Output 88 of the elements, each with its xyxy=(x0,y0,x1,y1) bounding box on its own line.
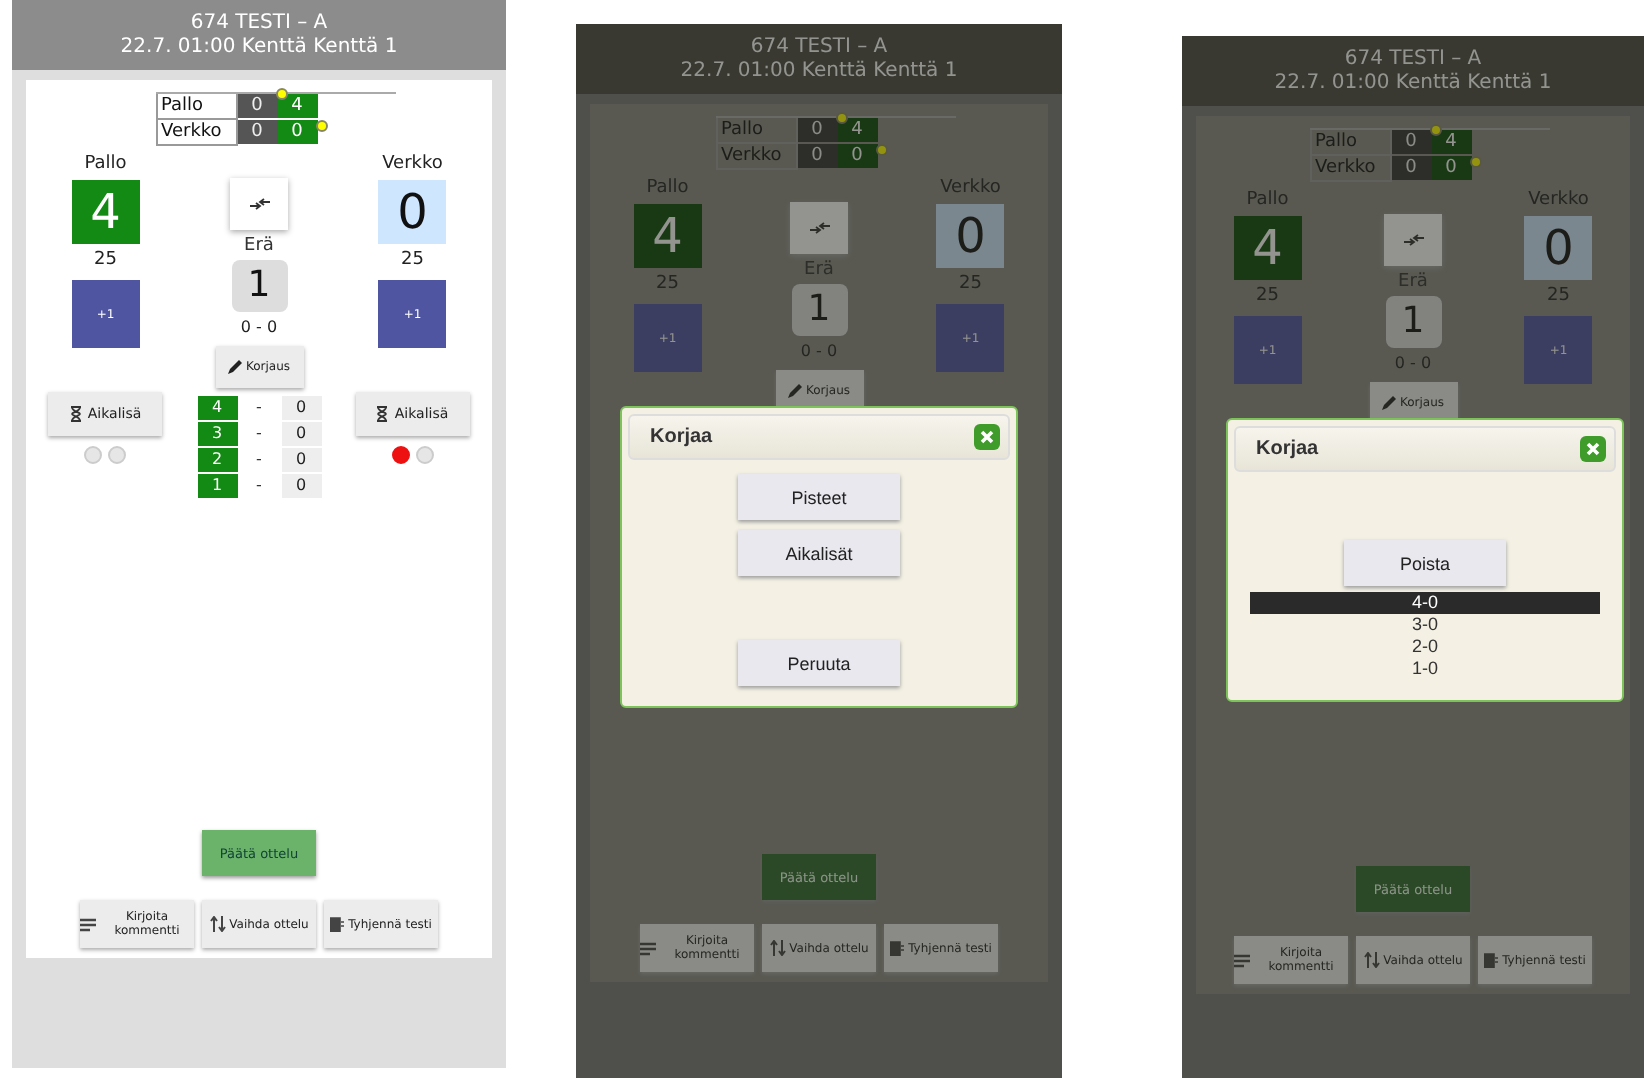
swap-arrows-icon xyxy=(249,198,269,210)
team-cell: Pallo xyxy=(155,94,237,120)
score-display: 0 xyxy=(936,204,1005,268)
text-lines-icon xyxy=(80,917,96,931)
pencil-icon xyxy=(227,360,242,374)
table-cell-text: - xyxy=(254,474,264,498)
indicator-dot xyxy=(1469,156,1481,168)
set-number: 1 xyxy=(231,260,287,312)
set-label: Erä xyxy=(244,236,274,260)
hourglass-icon xyxy=(376,406,389,422)
indicator-dot xyxy=(835,112,847,124)
set-count-cell: 0 xyxy=(237,94,277,118)
table-cell-text: - xyxy=(254,422,264,446)
table-cell-text: - xyxy=(254,396,264,420)
match-subtitle: 22.7. 01:00 Kenttä Kenttä 1 xyxy=(120,35,398,59)
dialog-button[interactable]: Peruuta xyxy=(738,640,900,686)
point-cell: 0 xyxy=(281,422,321,446)
score-display: 0 xyxy=(1524,216,1593,280)
trash-icon xyxy=(890,940,905,956)
team-name: Verkko xyxy=(382,152,443,176)
close-icon xyxy=(1586,442,1600,456)
up-down-arrows-icon xyxy=(1363,952,1380,968)
up-down-arrows-icon xyxy=(209,916,226,932)
point-cell: 0 xyxy=(281,474,321,498)
trash-icon xyxy=(1484,952,1499,968)
target-score: 25 xyxy=(94,250,117,274)
swap-button[interactable] xyxy=(1384,214,1442,266)
target-score: 25 xyxy=(401,250,424,274)
match-title: 674 TESTI – A xyxy=(190,11,328,35)
hourglass-icon xyxy=(69,406,82,422)
point-cell: 4 xyxy=(277,94,317,118)
set-number: 1 xyxy=(1385,296,1441,348)
match-subtitle: 22.7. 01:00 Kenttä Kenttä 1 xyxy=(1274,71,1552,95)
dialog-button[interactable]: Pisteet xyxy=(738,474,900,520)
match-subtitle: 22.7. 01:00 Kenttä Kenttä 1 xyxy=(680,59,958,83)
close-button[interactable] xyxy=(1580,436,1606,462)
indicator-dot xyxy=(315,120,327,132)
indicator-dot xyxy=(875,144,887,156)
close-icon xyxy=(980,430,994,444)
set-score: 0 - 0 xyxy=(240,318,278,340)
score-display: 4 xyxy=(1233,216,1302,280)
point-cell: 0 xyxy=(281,396,321,420)
text-lines-icon xyxy=(640,941,656,955)
text-lines-icon xyxy=(1234,953,1250,967)
set-number-cell: 4 xyxy=(197,396,237,420)
indicator-dot xyxy=(1429,124,1441,136)
score-display: 4 xyxy=(633,204,702,268)
dialog-title: Korjaa xyxy=(650,426,713,448)
team-cell: Verkko xyxy=(155,120,237,146)
match-title: 674 TESTI – A xyxy=(1344,47,1482,71)
set-count-cell: 0 xyxy=(237,120,277,144)
swap-arrows-icon xyxy=(1403,234,1423,246)
list-item[interactable]: 3-0 xyxy=(1250,614,1600,636)
set-number-cell: 3 xyxy=(197,422,237,446)
set-count-cell: 0 xyxy=(1391,130,1431,154)
team-cell: Pallo xyxy=(715,118,797,144)
swap-arrows-icon xyxy=(809,222,829,234)
pencil-icon xyxy=(1381,396,1396,410)
set-count-cell: 0 xyxy=(1391,156,1431,180)
team-cell: Pallo xyxy=(1309,130,1391,156)
list-item[interactable]: 2-0 xyxy=(1250,636,1600,658)
score-display: 4 xyxy=(71,180,140,244)
list-item[interactable]: 4-0 xyxy=(1250,592,1600,614)
set-count-cell: 0 xyxy=(797,144,837,168)
close-button[interactable] xyxy=(974,424,1000,450)
score-display: 0 xyxy=(378,180,447,244)
set-number: 1 xyxy=(791,284,847,336)
dialog-button[interactable]: Poista xyxy=(1344,540,1506,586)
indicator-dot xyxy=(275,88,287,100)
up-down-arrows-icon xyxy=(769,940,786,956)
set-number-cell: 1 xyxy=(197,474,237,498)
team-cell: Verkko xyxy=(715,144,797,170)
team-name: Pallo xyxy=(84,152,127,176)
match-title: 674 TESTI – A xyxy=(750,35,888,59)
pencil-icon xyxy=(787,384,802,398)
point-cell: 4 xyxy=(1431,130,1471,154)
dialog-button[interactable]: Aikalisät xyxy=(738,530,900,576)
set-number-cell: 2 xyxy=(197,448,237,472)
set-count-cell: 0 xyxy=(797,118,837,142)
list-item[interactable]: 1-0 xyxy=(1250,658,1600,680)
trash-icon xyxy=(330,916,345,932)
dialog-title: Korjaa xyxy=(1256,438,1319,460)
point-cell: 4 xyxy=(837,118,877,142)
swap-button[interactable] xyxy=(790,202,848,254)
swap-button[interactable] xyxy=(230,178,288,230)
point-cell: 0 xyxy=(281,448,321,472)
team-cell: Verkko xyxy=(1309,156,1391,182)
table-cell-text: - xyxy=(254,448,264,472)
